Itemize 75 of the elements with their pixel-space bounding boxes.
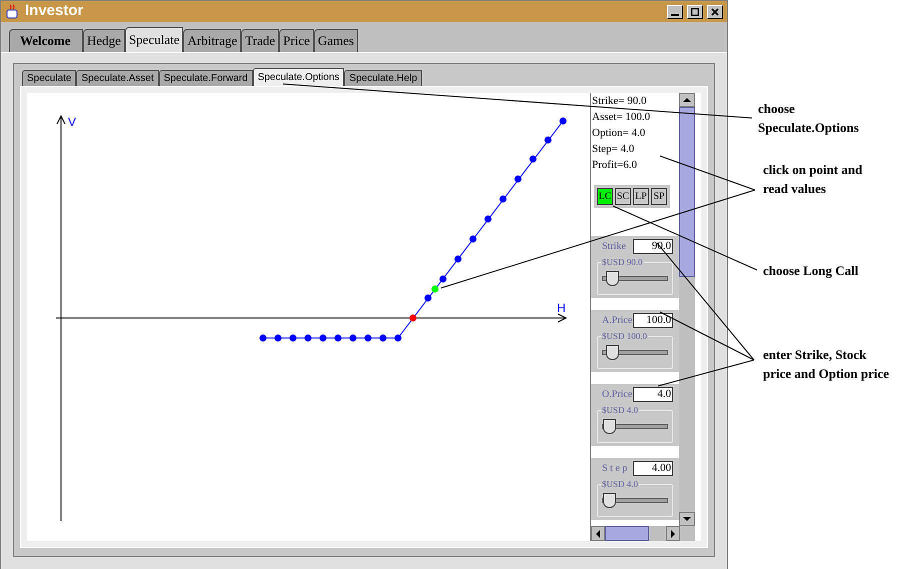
data-point[interactable]: [320, 334, 326, 342]
position-button[interactable]: LC: [597, 188, 613, 205]
close-icon: [711, 8, 719, 16]
sub-tab[interactable]: Speculate.Help: [344, 70, 422, 86]
sub-tab[interactable]: Speculate.Forward: [158, 70, 253, 86]
annotation-text: enter Strike, Stock price and Option price: [763, 346, 890, 383]
maximize-icon: [691, 8, 699, 16]
main-tab[interactable]: Hedge: [83, 29, 125, 52]
minimize-icon: [671, 14, 679, 16]
main-tab[interactable]: Welcome: [9, 29, 83, 52]
close-button[interactable]: [707, 4, 723, 18]
data-point[interactable]: [514, 176, 522, 182]
slider-title: $USD 4.0: [601, 478, 640, 490]
slider-title: $USD 4.0: [601, 404, 640, 416]
data-point[interactable]: [260, 334, 266, 342]
data-point[interactable]: [500, 196, 506, 202]
data-point[interactable]: [350, 334, 356, 342]
position-button[interactable]: SC: [615, 188, 631, 205]
readout-text: Strike= 90.0: [592, 94, 648, 109]
data-point[interactable]: [394, 334, 402, 342]
readout-text: Asset= 100.0: [592, 110, 652, 125]
readout-text: Profit=6.0: [592, 158, 638, 173]
maximize-button[interactable]: [687, 4, 703, 18]
readout-text: Option= 4.0: [592, 126, 646, 141]
input-label: S t e p: [602, 462, 628, 476]
position-button[interactable]: LP: [633, 188, 649, 205]
main-tab[interactable]: Games: [314, 29, 358, 52]
main-tab[interactable]: Speculate: [124, 27, 184, 52]
data-point[interactable]: [560, 118, 566, 124]
data-point[interactable]: [470, 236, 476, 242]
data-point[interactable]: [290, 334, 296, 342]
value-field[interactable]: 4.0: [633, 387, 674, 402]
annotation-text: choose Speculate.Options: [758, 100, 859, 137]
value-field[interactable]: 100.0: [633, 313, 674, 328]
main-tab[interactable]: Price: [279, 29, 314, 52]
slider-title: $USD 90.0: [601, 256, 644, 268]
slider-thumb[interactable]: [606, 345, 620, 360]
annotation-text: click on point and read values: [763, 161, 862, 198]
data-point[interactable]: [484, 216, 492, 222]
position-button[interactable]: SP: [651, 188, 667, 205]
y-axis-label: V: [68, 114, 76, 131]
data-point[interactable]: [424, 294, 432, 302]
scroll-down-button[interactable]: [679, 512, 695, 526]
data-point[interactable]: [530, 156, 536, 162]
sub-tab[interactable]: Speculate: [22, 70, 76, 86]
scroll-thumb[interactable]: [679, 107, 695, 277]
data-point[interactable]: [544, 136, 552, 144]
slider-thumb[interactable]: [603, 493, 616, 508]
minimize-button[interactable]: [667, 4, 683, 18]
data-point[interactable]: [334, 334, 342, 342]
data-point[interactable]: [364, 334, 372, 342]
sub-tab[interactable]: Speculate.Asset: [76, 70, 159, 86]
scroll-thumb[interactable]: [605, 526, 649, 541]
input-label: A.Price: [602, 314, 632, 328]
x-axis-label: H: [557, 300, 566, 317]
data-point[interactable]: [410, 314, 416, 322]
scroll-right-button[interactable]: [666, 526, 680, 541]
data-point[interactable]: [440, 276, 446, 282]
slider-thumb[interactable]: [606, 271, 620, 286]
slider-title: $USD 100.0: [601, 330, 648, 342]
value-field[interactable]: 4.00: [633, 461, 674, 476]
input-label: O.Price: [602, 388, 632, 402]
data-point[interactable]: [274, 334, 282, 342]
readout-text: Step= 4.0: [592, 142, 636, 157]
annotation-text: choose Long Call: [763, 262, 858, 280]
slider-thumb[interactable]: [603, 419, 616, 434]
main-tab[interactable]: Arbitrage: [183, 29, 242, 52]
main-tab[interactable]: Trade: [241, 29, 280, 52]
input-label: Strike: [602, 240, 626, 254]
data-point[interactable]: [304, 334, 312, 342]
sub-tab[interactable]: Speculate.Options: [252, 68, 344, 86]
data-point[interactable]: [380, 334, 386, 342]
window-title: Investor: [25, 1, 84, 22]
data-point[interactable]: [454, 256, 462, 262]
data-point[interactable]: [432, 286, 438, 292]
